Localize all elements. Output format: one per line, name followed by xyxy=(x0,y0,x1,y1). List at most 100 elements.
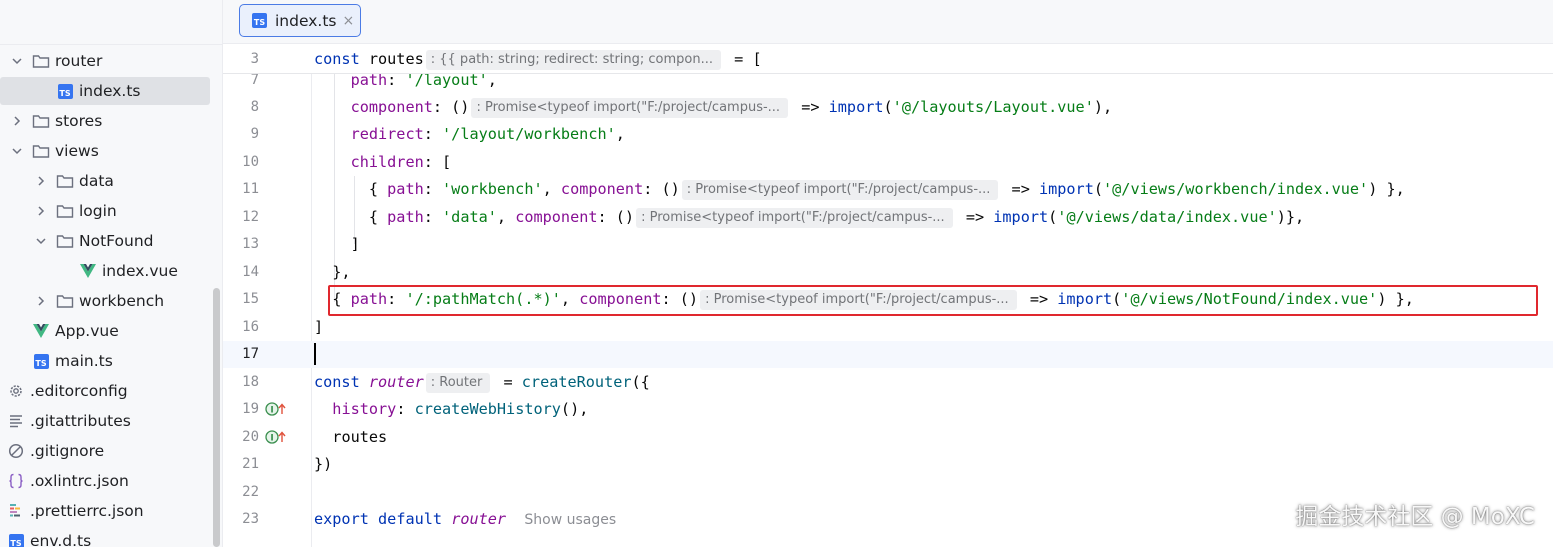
line-number: 20 xyxy=(242,429,259,445)
typescript-file-icon: TS xyxy=(32,353,50,369)
line-number: 14 xyxy=(242,264,259,280)
line-number: 12 xyxy=(242,209,259,225)
code-line: const routes: {{ path: string; redirect:… xyxy=(314,50,762,70)
chevron-right-icon[interactable] xyxy=(34,174,48,188)
code-line: history: createWebHistory(), xyxy=(332,400,589,418)
chevron-right-icon[interactable] xyxy=(34,204,48,218)
tree-item-data[interactable]: data xyxy=(0,167,222,195)
line-number: 10 xyxy=(242,154,259,170)
text-caret xyxy=(314,343,316,365)
tree-item-gitattributes[interactable]: .gitattributes xyxy=(0,407,222,435)
tree-item-main-ts[interactable]: TS main.ts xyxy=(0,347,222,375)
tree-item-router[interactable]: router xyxy=(0,47,222,75)
line-number: 15 xyxy=(242,291,259,307)
tree-item-label: main.ts xyxy=(55,352,113,370)
tree-item-label: NotFound xyxy=(79,232,154,250)
tree-scrollbar[interactable] xyxy=(213,288,220,547)
tree-item-label: App.vue xyxy=(55,322,119,340)
tree-item-label: workbench xyxy=(79,292,165,310)
line-number: 22 xyxy=(242,484,259,500)
tree-item-gitignore[interactable]: .gitignore xyxy=(0,437,222,465)
code-line: { path: 'data', component: (): Promise<t… xyxy=(314,208,1305,228)
folder-icon xyxy=(32,113,50,129)
folder-icon xyxy=(56,203,74,219)
code-line: }, xyxy=(314,263,351,281)
line-number: 21 xyxy=(242,456,259,472)
line-number: 8 xyxy=(250,99,259,115)
implements-gutter-icon[interactable]: I xyxy=(265,429,287,445)
typescript-file-icon: TS xyxy=(252,13,267,28)
tree-item-label: .gitattributes xyxy=(30,412,131,430)
type-hint: : Promise<typeof import("F:/project/camp… xyxy=(700,290,1017,310)
project-tree: router TS index.ts stores views data log… xyxy=(0,0,222,547)
vue-file-icon xyxy=(79,263,97,279)
tree-item-label: .oxlintrc.json xyxy=(30,472,129,490)
gear-icon xyxy=(7,383,25,399)
tree-item-index-ts[interactable]: TS index.ts xyxy=(0,77,210,105)
line-number: 18 xyxy=(242,374,259,390)
tree-item-app-vue[interactable]: App.vue xyxy=(0,317,222,345)
code-line: { path: 'workbench', component: (): Prom… xyxy=(314,180,1405,200)
watermark: 掘金技术社区 @ MoXC xyxy=(1295,504,1535,530)
folder-icon xyxy=(32,143,50,159)
code-line: const router: Router = createRouter({ xyxy=(314,373,650,393)
code-line: ] xyxy=(314,318,324,336)
chevron-right-icon[interactable] xyxy=(34,294,48,308)
tab-label: index.ts xyxy=(275,11,337,30)
tree-item-label: stores xyxy=(55,112,103,130)
code-line: component: (): Promise<typeof import("F:… xyxy=(350,98,1113,118)
close-icon[interactable]: × xyxy=(343,13,355,29)
svg-text:I: I xyxy=(270,406,273,416)
tree-item-notfound[interactable]: NotFound xyxy=(0,227,222,255)
tree-item-prettierrc[interactable]: .prettierrc.json xyxy=(0,497,222,525)
line-number: 3 xyxy=(250,51,259,67)
tree-item-env-d-ts[interactable]: TS env.d.ts xyxy=(0,527,222,547)
code-line: export default router Show usages xyxy=(314,510,617,528)
chevron-down-icon[interactable] xyxy=(10,144,24,158)
current-line[interactable]: 17 xyxy=(223,341,1553,368)
chevron-right-icon[interactable] xyxy=(10,114,24,128)
tree-item-workbench[interactable]: workbench xyxy=(0,287,222,315)
tree-item-label: .editorconfig xyxy=(30,382,128,400)
typescript-file-icon: TS xyxy=(7,533,25,547)
code-line: routes xyxy=(332,428,388,446)
tree-item-views[interactable]: views xyxy=(0,137,222,165)
implements-gutter-icon[interactable]: I xyxy=(265,401,287,417)
typescript-file-icon: TS xyxy=(56,83,74,99)
line-number: 17 xyxy=(242,346,259,362)
tree-item-label: router xyxy=(55,52,103,70)
tree-item-label: .gitignore xyxy=(30,442,105,460)
tree-item-login[interactable]: login xyxy=(0,197,222,225)
svg-text:I: I xyxy=(270,434,273,444)
show-usages-link[interactable]: Show usages xyxy=(524,512,616,528)
text-lines-icon xyxy=(7,413,25,429)
tree-item-editorconfig[interactable]: .editorconfig xyxy=(0,377,222,405)
tree-item-label: views xyxy=(55,142,99,160)
tree-item-label: index.vue xyxy=(102,262,178,280)
code-editor[interactable]: 3 const routes: {{ path: string; redirec… xyxy=(223,45,1553,547)
sticky-scroll-header[interactable]: 3 const routes: {{ path: string; redirec… xyxy=(223,45,1553,74)
tree-item-label: data xyxy=(79,172,114,190)
chevron-down-icon[interactable] xyxy=(34,234,48,248)
type-hint: : Promise<typeof import("F:/project/camp… xyxy=(681,180,999,200)
type-hint: : Promise<typeof import("F:/project/camp… xyxy=(471,98,789,118)
tree-item-label: index.ts xyxy=(79,82,141,100)
folder-icon xyxy=(56,233,74,249)
tab-index-ts[interactable]: TS index.ts × xyxy=(239,4,361,37)
type-hint: : Router xyxy=(425,373,491,393)
tree-item-label: .prettierrc.json xyxy=(30,502,144,520)
tree-item-index-vue[interactable]: index.vue xyxy=(0,257,222,285)
type-hint: : Promise<typeof import("F:/project/camp… xyxy=(636,208,953,228)
ignore-icon xyxy=(7,443,25,459)
line-number: 11 xyxy=(242,181,259,197)
tree-item-oxlintrc[interactable]: .oxlintrc.json xyxy=(0,467,222,495)
tree-item-stores[interactable]: stores xyxy=(0,107,222,135)
chevron-down-icon[interactable] xyxy=(10,54,24,68)
code-line: ] xyxy=(314,235,360,253)
folder-icon xyxy=(56,173,74,189)
prettier-icon xyxy=(7,503,25,519)
type-hint: : {{ path: string; redirect: string; com… xyxy=(425,50,722,70)
tree-item-label: env.d.ts xyxy=(30,532,92,547)
code-line: }) xyxy=(314,455,333,473)
line-number: 16 xyxy=(242,319,259,335)
